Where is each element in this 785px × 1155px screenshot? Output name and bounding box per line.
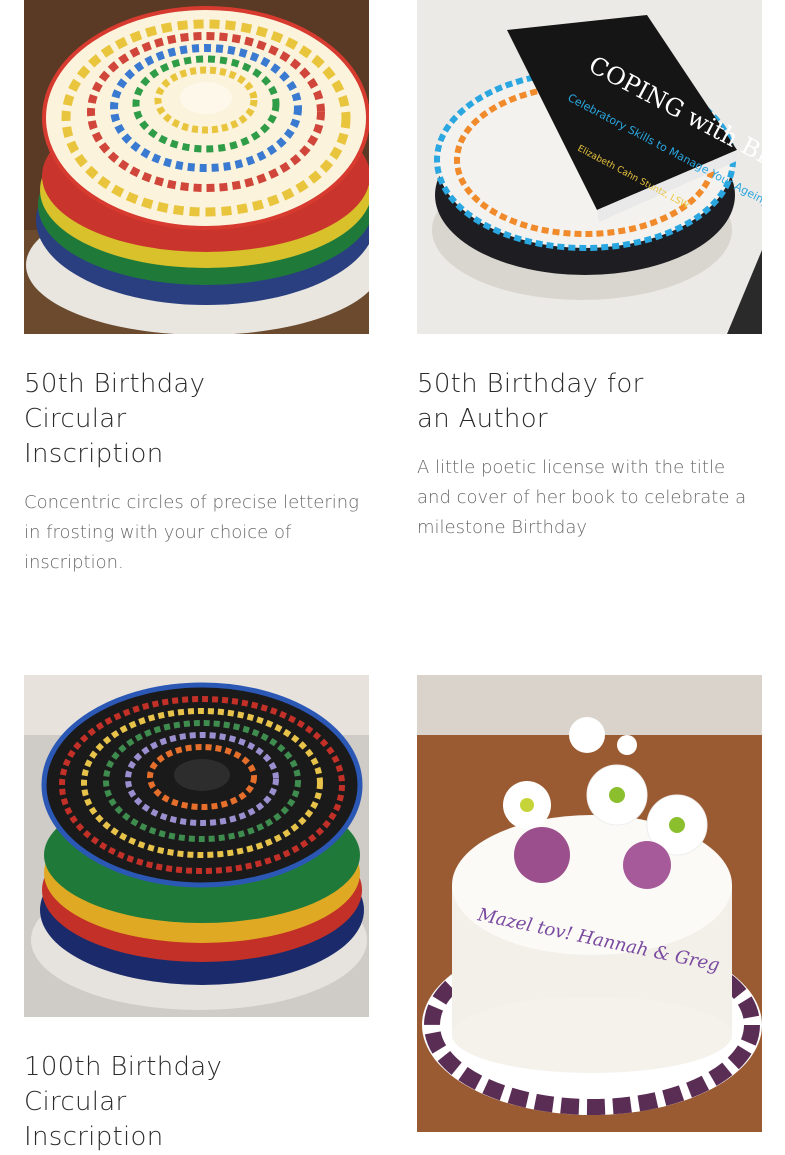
cake-photo-50th-circular[interactable]: [24, 0, 369, 334]
cake-photo-icon: [24, 0, 369, 334]
card-description: A little poetic license with the title a…: [417, 457, 747, 538]
card-description: Concentric circles of precise lettering …: [24, 492, 359, 573]
card-title[interactable]: 100th Birthday Circular Inscription: [24, 1050, 254, 1155]
cake-photo-icon: COPING with BIRTHDAYS Celebratory Skills…: [417, 0, 762, 334]
cake-photo-100th-circular[interactable]: [24, 675, 369, 1017]
card-title[interactable]: 50th Birthday for an Author: [417, 367, 647, 437]
gallery-card: Mazel tov! Hannah & Greg: [417, 675, 762, 1132]
cake-photo-author[interactable]: COPING with BIRTHDAYS Celebratory Skills…: [417, 0, 762, 334]
cake-photo-icon: Mazel tov! Hannah & Greg: [417, 675, 762, 1132]
cake-photo-flowers[interactable]: Mazel tov! Hannah & Greg: [417, 675, 762, 1132]
gallery-card: COPING with BIRTHDAYS Celebratory Skills…: [417, 0, 762, 538]
gallery-card: 50th Birthday Circular Inscription Conce…: [24, 0, 369, 573]
card-title[interactable]: 50th Birthday Circular Inscription: [24, 367, 254, 472]
gallery-card: 100th Birthday Circular Inscription: [24, 675, 369, 1152]
cake-photo-icon: [24, 675, 369, 1017]
